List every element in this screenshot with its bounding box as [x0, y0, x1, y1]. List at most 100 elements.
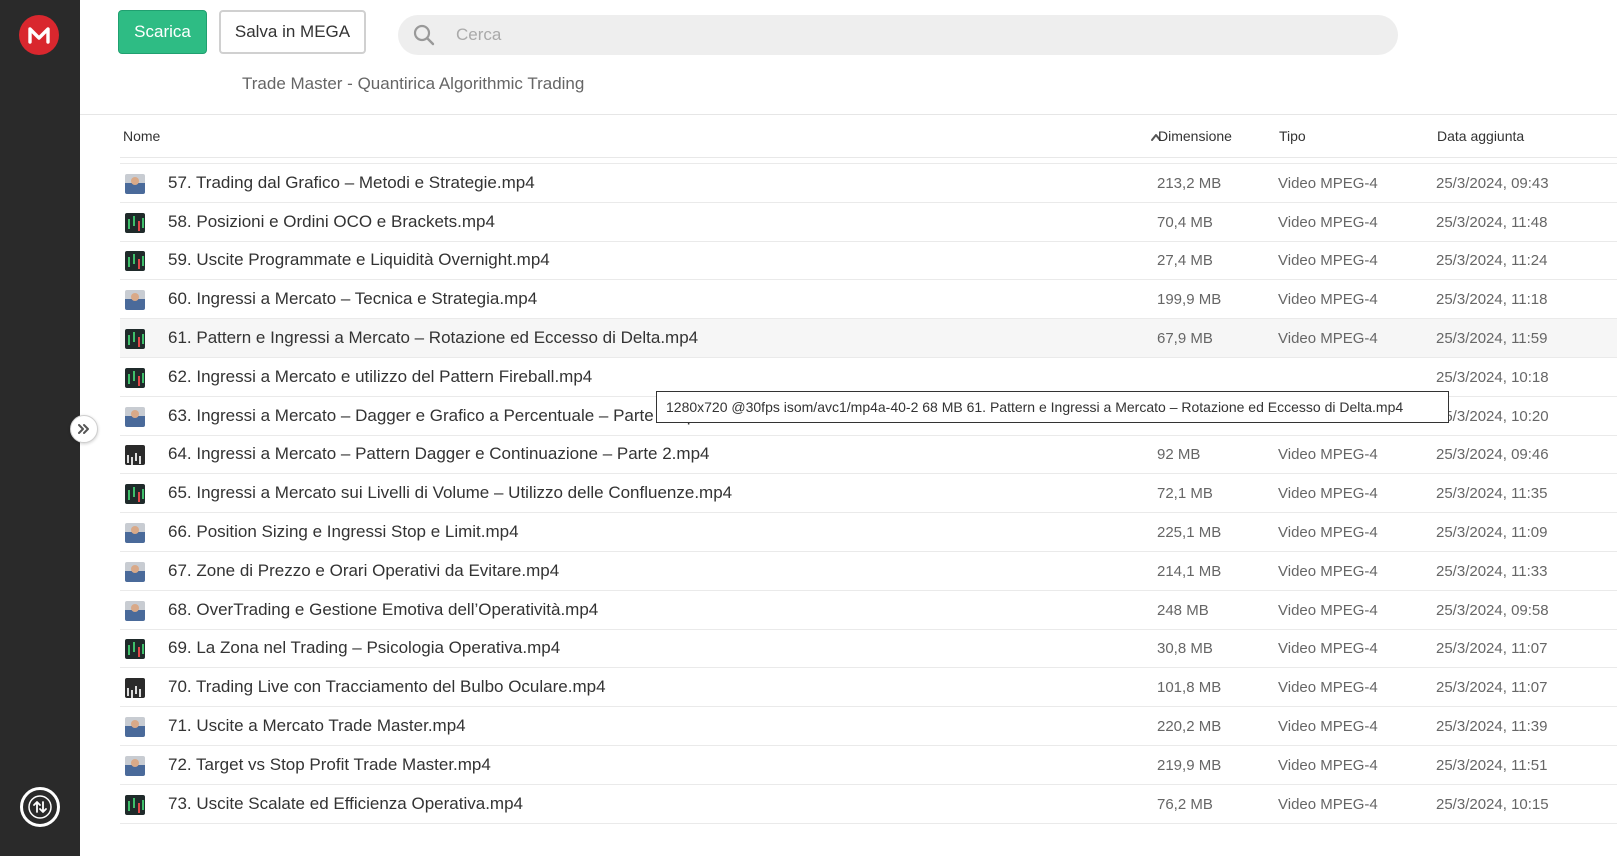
- video-thumbnail-icon: [125, 717, 145, 737]
- file-name: 63. Ingressi a Mercato – Dagger e Grafic…: [168, 405, 706, 425]
- file-size: 248 MB: [1157, 601, 1209, 619]
- file-name: 59. Uscite Programmate e Liquidità Overn…: [168, 250, 550, 270]
- file-type: Video MPEG-4: [1278, 562, 1378, 580]
- table-row[interactable]: 61. Pattern e Ingressi a Mercato – Rotaz…: [120, 319, 1617, 358]
- file-type: Video MPEG-4: [1278, 252, 1378, 270]
- video-thumbnail-icon: [125, 290, 145, 311]
- file-date: 25/3/2024, 11:51: [1436, 756, 1548, 774]
- file-size: 219,9 MB: [1157, 756, 1222, 774]
- file-type: Video MPEG-4: [1278, 291, 1378, 309]
- file-size: 225,1 MB: [1157, 524, 1222, 541]
- file-date: 25/3/2024, 11:48: [1436, 213, 1548, 231]
- file-type: Video MPEG-4: [1278, 174, 1378, 192]
- file-date: 25/3/2024, 10:15: [1436, 795, 1549, 813]
- file-type: Video MPEG-4: [1278, 601, 1378, 619]
- table-row[interactable]: 71. Uscite a Mercato Trade Master.mp4 220…: [120, 707, 1617, 746]
- save-to-mega-button[interactable]: Salva in MEGA: [219, 10, 366, 54]
- file-date: 25/3/2024, 09:43: [1436, 174, 1549, 192]
- search-icon: [413, 24, 435, 46]
- file-size: 72,1 MB: [1157, 485, 1213, 503]
- video-thumbnail-icon: [125, 678, 145, 699]
- file-type: Video MPEG-4: [1278, 756, 1378, 774]
- search-input[interactable]: [456, 15, 1356, 55]
- table-row[interactable]: 58. Posizioni e Ordini OCO e Brackets.mp…: [120, 203, 1617, 242]
- file-type: Video MPEG-4: [1278, 795, 1378, 813]
- file-size: 67,9 MB: [1157, 330, 1213, 347]
- file-size: 199,9 MB: [1157, 291, 1222, 309]
- video-thumbnail-icon: [125, 406, 145, 427]
- file-size: 101,8 MB: [1157, 679, 1222, 697]
- search-bar[interactable]: [398, 15, 1398, 55]
- file-name: 72. Target vs Stop Profit Trade Master.m…: [168, 754, 491, 774]
- file-type: Video MPEG-4: [1278, 679, 1378, 697]
- file-size: 214,1 MB: [1157, 562, 1222, 580]
- table-row[interactable]: 59. Uscite Programmate e Liquidità Overn…: [120, 241, 1617, 281]
- file-date: 25/3/2024, 11:35: [1436, 485, 1548, 503]
- file-size: 70,4 MB: [1157, 213, 1213, 231]
- video-thumbnail-icon: [125, 484, 145, 505]
- file-name: 64. Ingressi a Mercato – Pattern Dagger …: [168, 444, 710, 464]
- video-thumbnail-icon: [125, 173, 145, 194]
- table-row[interactable]: 60. Ingressi a Mercato – Tecnica e Strat…: [120, 280, 1617, 320]
- video-thumbnail-icon: [125, 445, 145, 466]
- folder-title: Trade Master - Quantirica Algorithmic Tr…: [242, 74, 585, 93]
- table-row[interactable]: 69. La Zona nel Trading – Psicologia Ope…: [120, 629, 1617, 669]
- video-thumbnail-icon: [125, 523, 145, 543]
- video-thumbnail-icon: [125, 212, 145, 233]
- column-header-size[interactable]: Dimensione: [1158, 128, 1232, 144]
- file-type: Video MPEG-4: [1278, 718, 1378, 735]
- file-type: Video MPEG-4: [1278, 640, 1378, 658]
- file-size: 220,2 MB: [1157, 718, 1222, 735]
- file-date: 25/3/2024, 10:20: [1436, 407, 1549, 425]
- file-size: 213,2 MB: [1157, 174, 1222, 192]
- file-name: 58. Posizioni e Ordini OCO e Brackets.mp…: [168, 211, 495, 231]
- table-header: Nome Dimensione Tipo Data aggiunta: [120, 120, 1617, 158]
- file-info-tooltip: 1280x720 @30fps isom/avc1/mp4a-40-2 68 M…: [656, 391, 1449, 423]
- file-date: 25/3/2024, 11:39: [1436, 718, 1548, 735]
- column-header-name[interactable]: Nome: [123, 128, 160, 144]
- left-sidebar: [0, 0, 80, 856]
- video-thumbnail-icon: [125, 251, 145, 272]
- file-name: 70. Trading Live con Tracciamento del Bu…: [168, 677, 606, 697]
- file-date: 25/3/2024, 11:18: [1436, 291, 1548, 309]
- file-size: 76,2 MB: [1157, 795, 1213, 813]
- table-row[interactable]: 57. Trading dal Grafico – Metodi e Strat…: [120, 164, 1617, 203]
- file-type: Video MPEG-4: [1278, 485, 1378, 503]
- file-size: 30,8 MB: [1157, 640, 1213, 658]
- table-row[interactable]: 64. Ingressi a Mercato – Pattern Dagger …: [120, 435, 1617, 475]
- video-thumbnail-icon: [125, 639, 145, 660]
- table-row[interactable]: 67. Zone di Prezzo e Orari Operativi da …: [120, 552, 1617, 591]
- table-row[interactable]: 66. Position Sizing e Ingressi Stop e Li…: [120, 513, 1617, 552]
- download-button[interactable]: Scarica: [118, 10, 207, 54]
- file-name: 57. Trading dal Grafico – Metodi e Strat…: [168, 172, 535, 192]
- file-name: 66. Position Sizing e Ingressi Stop e Li…: [168, 522, 519, 541]
- chevron-double-right-icon: [78, 424, 89, 434]
- transfer-manager-icon[interactable]: [20, 787, 60, 827]
- file-date: 25/3/2024, 11:33: [1436, 562, 1548, 580]
- mega-m-icon: [28, 27, 50, 44]
- file-name: 69. La Zona nel Trading – Psicologia Ope…: [168, 638, 561, 658]
- table-row[interactable]: 65. Ingressi a Mercato sui Livelli di Vo…: [120, 474, 1617, 514]
- video-thumbnail-icon: [125, 600, 145, 621]
- file-date: 25/3/2024, 09:46: [1436, 446, 1549, 464]
- column-header-date[interactable]: Data aggiunta: [1437, 128, 1524, 144]
- table-row[interactable]: 72. Target vs Stop Profit Trade Master.m…: [120, 746, 1617, 785]
- file-date: 25/3/2024, 11:07: [1436, 679, 1548, 697]
- table-row[interactable]: 73. Uscite Scalate ed Efficienza Operati…: [120, 785, 1617, 824]
- mega-logo-icon[interactable]: [19, 15, 59, 55]
- expand-sidebar-button[interactable]: [70, 415, 98, 443]
- video-thumbnail-icon: [125, 561, 145, 582]
- table-row[interactable]: 70. Trading Live con Tracciamento del Bu…: [120, 668, 1617, 708]
- file-name: 60. Ingressi a Mercato – Tecnica e Strat…: [168, 289, 538, 309]
- file-list: 56. La Preparazione del Grafico Operativ…: [120, 140, 1617, 856]
- transfer-arrows-icon: [28, 795, 52, 819]
- file-name: 61. Pattern e Ingressi a Mercato – Rotaz…: [168, 328, 699, 347]
- table-row[interactable]: 68. OverTrading e Gestione Emotiva dell’…: [120, 591, 1617, 630]
- top-toolbar: Scarica Salva in MEGA Trade Master - Qua…: [80, 0, 1617, 115]
- file-date: 25/3/2024, 11:07: [1436, 640, 1548, 658]
- file-date: 25/3/2024, 11:09: [1436, 524, 1548, 541]
- video-thumbnail-icon: [125, 794, 145, 815]
- file-type: Video MPEG-4: [1278, 330, 1378, 347]
- file-name: 62. Ingressi a Mercato e utilizzo del Pa…: [168, 366, 593, 386]
- column-header-type[interactable]: Tipo: [1279, 128, 1306, 144]
